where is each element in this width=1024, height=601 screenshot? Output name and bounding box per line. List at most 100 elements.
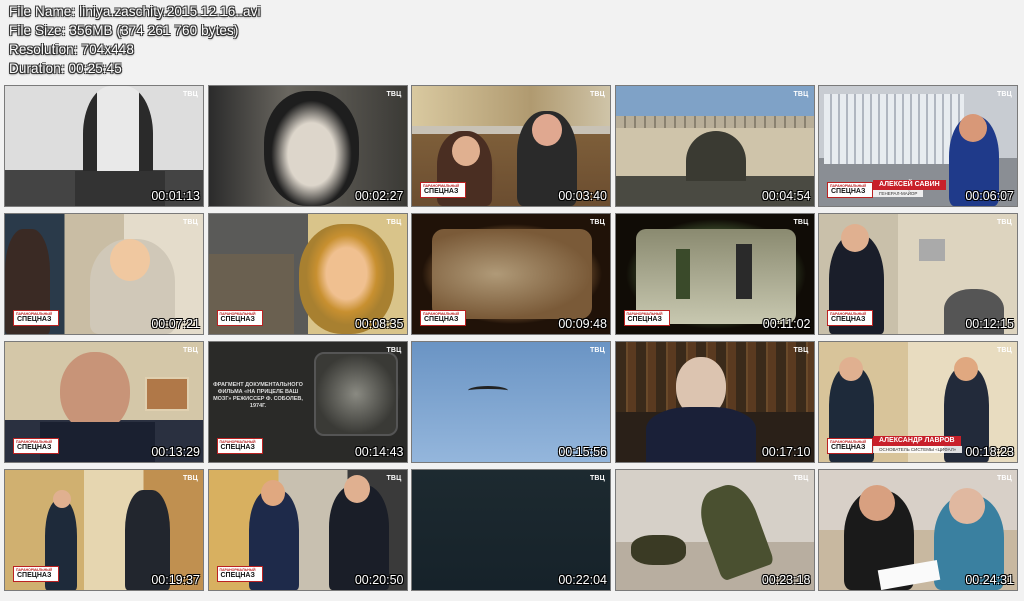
- thumbnail-timestamp: 00:20:50: [354, 573, 404, 587]
- show-logo-line2: СПЕЦНАЗ: [831, 316, 866, 323]
- show-logo: ПАРАНОРМАЛЬНЫЙ СПЕЦНАЗ: [420, 310, 466, 326]
- file-size: File Size: 356MB (374 261 760 bytes): [9, 23, 239, 38]
- show-logo: ПАРАНОРМАЛЬНЫЙ СПЕЦНАЗ: [216, 310, 263, 326]
- channel-logo: ТВЦ: [386, 219, 402, 226]
- thumbnail-timestamp: 00:24:31: [965, 573, 1014, 587]
- show-logo: ПАРАНОРМАЛЬНЫЙ СПЕЦНАЗ: [216, 438, 263, 454]
- show-logo-line2: СПЕЦНАЗ: [831, 444, 866, 451]
- video-thumbnail[interactable]: ТВЦ 00:01:13: [4, 85, 204, 207]
- show-logo: ПАРАНОРМАЛЬНЫЙ СПЕЦНАЗ: [827, 310, 873, 326]
- video-thumbnail[interactable]: ТВЦ ПАРАНОРМАЛЬНЫЙ СПЕЦНАЗ 00:08:35: [207, 213, 408, 335]
- show-logo: ПАРАНОРМАЛЬНЫЙ СПЕЦНАЗ: [623, 310, 670, 326]
- thumbnail-timestamp: 00:06:07: [965, 189, 1014, 203]
- channel-logo: ТВЦ: [182, 347, 198, 354]
- channel-logo: ТВЦ: [793, 347, 809, 354]
- thumbnail-frame-image: [412, 470, 610, 590]
- show-logo: ПАРАНОРМАЛЬНЫЙ СПЕЦНАЗ: [420, 182, 466, 198]
- channel-logo: ТВЦ: [589, 475, 605, 482]
- show-logo: ПАРАНОРМАЛЬНЫЙ СПЕЦНАЗ: [216, 566, 263, 582]
- resolution: Resolution: 704x448: [9, 42, 134, 57]
- video-thumbnail[interactable]: ТВЦ 00:15:56: [411, 341, 611, 463]
- show-logo-line2: СПЕЦНАЗ: [220, 572, 255, 579]
- show-logo-line2: СПЕЦНАЗ: [220, 316, 255, 323]
- channel-logo: ТВЦ: [996, 91, 1012, 98]
- video-thumbnail[interactable]: ТВЦ ПАРАНОРМАЛЬНЫЙ СПЕЦНАЗ 00:09:48: [411, 213, 611, 335]
- show-logo: ПАРАНОРМАЛЬНЫЙ СПЕЦНАЗ: [13, 310, 59, 326]
- thumbnail-timestamp: 00:01:13: [151, 189, 200, 203]
- video-thumbnail[interactable]: ТВЦ ПАРАНОРМАЛЬНЫЙ СПЕЦНАЗ ФРАГМЕНТ ДОКУМЕН…: [207, 341, 408, 463]
- show-logo-line2: СПЕЦНАЗ: [17, 572, 52, 579]
- video-thumbnail[interactable]: ТВЦ ПАРАНОРМАЛЬНЫЙ СПЕЦНАЗ 00:20:50: [207, 469, 408, 591]
- thumbnail-timestamp: 00:11:02: [762, 317, 811, 331]
- channel-logo: ТВЦ: [589, 219, 605, 226]
- show-logo-line2: СПЕЦНАЗ: [424, 316, 459, 323]
- video-thumbnail[interactable]: ТВЦ ПАРАНОРМАЛЬНЫЙ СПЕЦНАЗ 00:03:40: [411, 85, 611, 207]
- channel-logo: ТВЦ: [182, 475, 198, 482]
- channel-logo: ТВЦ: [996, 475, 1012, 482]
- show-logo: ПАРАНОРМАЛЬНЫЙ СПЕЦНАЗ: [13, 566, 59, 582]
- channel-logo: ТВЦ: [793, 475, 809, 482]
- show-logo-line2: СПЕЦНАЗ: [627, 316, 662, 323]
- thumbnail-timestamp: 00:17:10: [761, 445, 811, 459]
- channel-logo: ТВЦ: [589, 347, 605, 354]
- thumbnail-timestamp: 00:14:43: [354, 445, 404, 459]
- video-thumbnail[interactable]: ТВЦ 00:23:18: [614, 469, 815, 591]
- show-logo: ПАРАНОРМАЛЬНЫЙ СПЕЦНАЗ: [827, 182, 873, 198]
- thumbnail-timestamp: 00:09:48: [558, 317, 607, 331]
- channel-logo: ТВЦ: [182, 91, 198, 98]
- video-thumbnail[interactable]: ТВЦ 00:17:10: [614, 341, 815, 463]
- video-thumbnail[interactable]: ТВЦ 00:24:31: [818, 469, 1018, 591]
- thumbnail-timestamp: 00:12:15: [965, 317, 1014, 331]
- thumbnail-timestamp: 00:18:23: [965, 445, 1014, 459]
- video-thumbnail[interactable]: ТВЦ ПАРАНОРМАЛЬНЫЙ СПЕЦНАЗ 00:07:21: [4, 213, 204, 335]
- thumbnail-timestamp: 00:08:35: [354, 317, 404, 331]
- channel-logo: ТВЦ: [793, 91, 809, 98]
- thumbnail-frame-image: [615, 470, 814, 590]
- thumbnail-timestamp: 00:07:21: [151, 317, 200, 331]
- duration: Duration: 00:25:45: [9, 61, 122, 76]
- thumbnail-timestamp: 00:02:27: [354, 189, 404, 203]
- show-logo-line2: СПЕЦНАЗ: [220, 444, 255, 451]
- channel-logo: ТВЦ: [386, 475, 402, 482]
- video-thumbnail[interactable]: ТВЦ ПАРАНОРМАЛЬНЫЙ СПЕЦНАЗ АЛЕКСЕЙ САВИН ГЕН…: [818, 85, 1018, 207]
- video-thumbnail[interactable]: ТВЦ 00:04:54: [614, 85, 815, 207]
- channel-logo: ТВЦ: [386, 91, 402, 98]
- show-logo-line2: СПЕЦНАЗ: [17, 316, 52, 323]
- channel-logo: ТВЦ: [996, 347, 1012, 354]
- name-caption: АЛЕКСАНДР ЛАВРОВ: [873, 436, 961, 446]
- show-logo-line2: СПЕЦНАЗ: [17, 444, 52, 451]
- video-thumbnail[interactable]: ТВЦ 00:02:27: [207, 85, 408, 207]
- thumbnail-frame-image: [208, 86, 407, 206]
- channel-logo: ТВЦ: [589, 91, 605, 98]
- channel-logo: ТВЦ: [793, 219, 809, 226]
- channel-logo: ТВЦ: [182, 219, 198, 226]
- thumbnail-frame-image: [5, 86, 203, 206]
- video-thumbnail[interactable]: ТВЦ ПАРАНОРМАЛЬНЫЙ СПЕЦНАЗ АЛЕКСАНДР ЛАВРОВ…: [818, 341, 1018, 463]
- file-info-header: File Name: liniya.zaschity.2015.12.16..a…: [9, 2, 261, 78]
- thumbnail-frame-image: [615, 342, 814, 462]
- name-caption-subtitle: ГЕНЕРАЛ-МАЙОР: [873, 190, 924, 197]
- file-name: File Name: liniya.zaschity.2015.12.16..a…: [9, 4, 261, 19]
- video-thumbnail[interactable]: ТВЦ ПАРАНОРМАЛЬНЫЙ СПЕЦНАЗ 00:19:37: [4, 469, 204, 591]
- thumbnail-frame-image: [819, 470, 1017, 590]
- thumbnail-frame-image: [412, 342, 610, 462]
- thumbnail-timestamp: 00:15:56: [558, 445, 607, 459]
- show-logo-line2: СПЕЦНАЗ: [831, 188, 866, 195]
- video-thumbnail[interactable]: ТВЦ ПАРАНОРМАЛЬНЫЙ СПЕЦНАЗ 00:13:29: [4, 341, 204, 463]
- thumbnail-timestamp: 00:22:04: [558, 573, 607, 587]
- video-thumbnail[interactable]: ТВЦ ПАРАНОРМАЛЬНЫЙ СПЕЦНАЗ 00:11:02: [614, 213, 815, 335]
- channel-logo: ТВЦ: [996, 219, 1012, 226]
- thumbnail-timestamp: 00:13:29: [151, 445, 200, 459]
- video-thumbnail[interactable]: ТВЦ 00:22:04: [411, 469, 611, 591]
- thumbnail-frame-image: [615, 86, 814, 206]
- name-caption-subtitle: ОСНОВАТЕЛЬ СИСТЕМЫ «ЦИФАЛ»: [873, 446, 963, 453]
- show-logo-line2: СПЕЦНАЗ: [424, 188, 459, 195]
- thumbnail-timestamp: 00:04:54: [761, 189, 811, 203]
- show-logo: ПАРАНОРМАЛЬНЫЙ СПЕЦНАЗ: [13, 438, 59, 454]
- thumbnail-timestamp: 00:03:40: [558, 189, 607, 203]
- video-thumbnail[interactable]: ТВЦ ПАРАНОРМАЛЬНЫЙ СПЕЦНАЗ 00:12:15: [818, 213, 1018, 335]
- documentary-caption: ФРАГМЕНТ ДОКУМЕНТАЛЬНОГО ФИЛЬМА «НА ПРИЦ…: [213, 382, 303, 409]
- show-logo: ПАРАНОРМАЛЬНЫЙ СПЕЦНАЗ: [827, 438, 873, 454]
- thumbnail-grid: ТВЦ 00:01:13 ТВЦ 00:02:27 ТВЦ ПАРАНОРМАЛЬНЫЙ С…: [4, 85, 1018, 591]
- name-caption: АЛЕКСЕЙ САВИН: [873, 180, 946, 190]
